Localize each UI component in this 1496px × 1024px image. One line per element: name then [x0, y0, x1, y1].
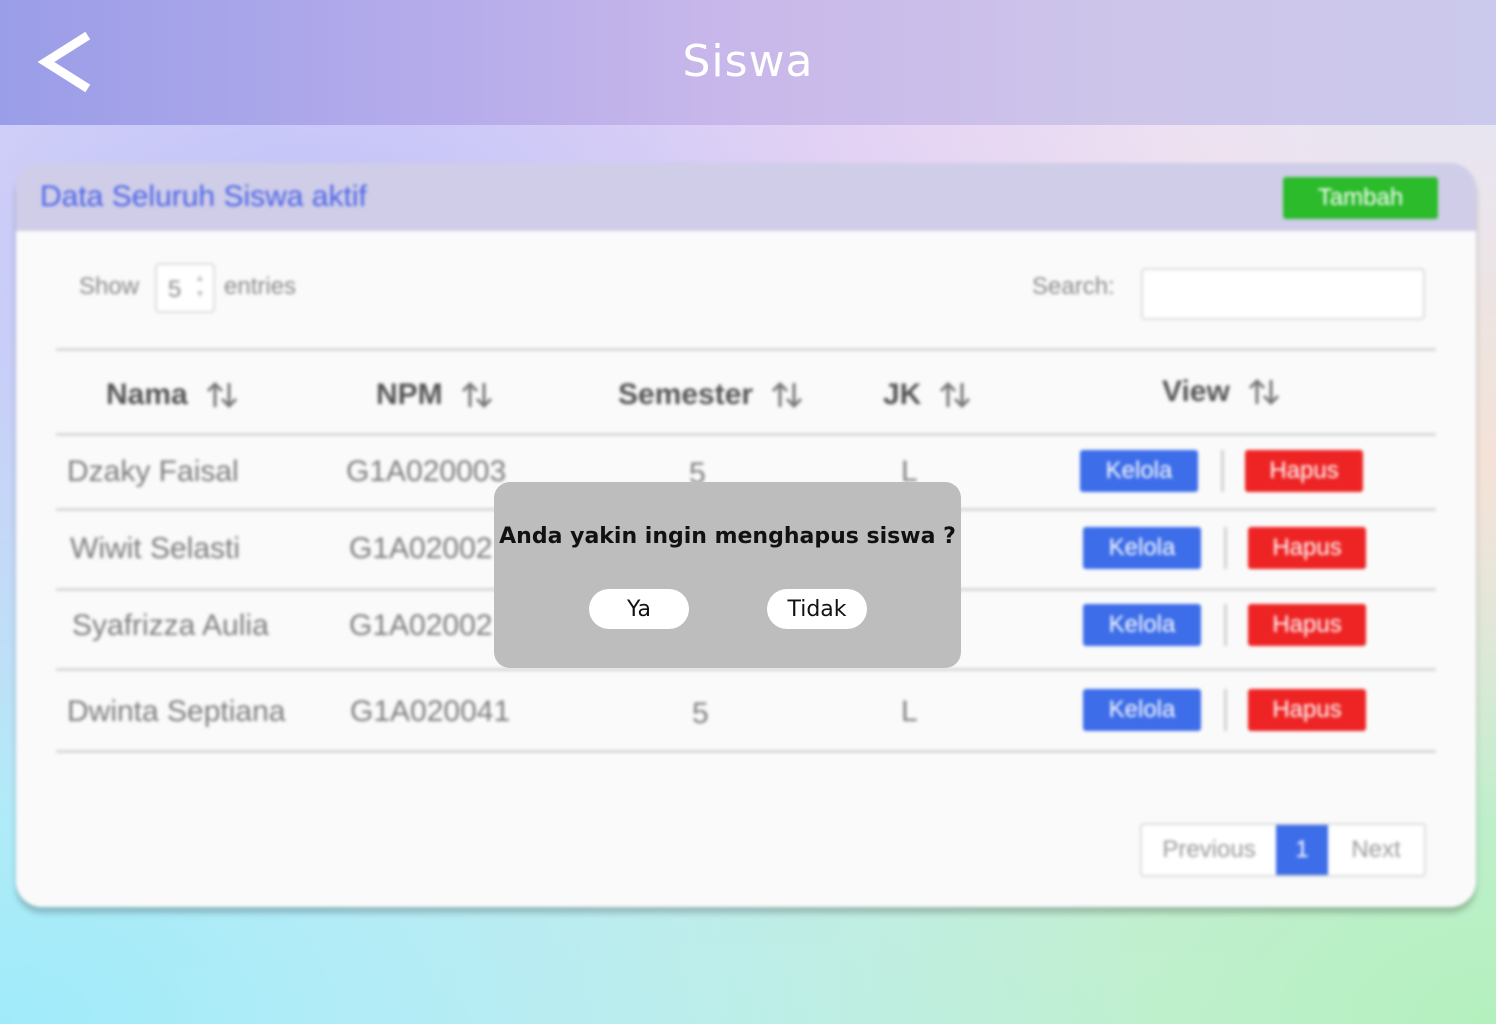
column-label: JK [883, 378, 922, 411]
spin-up-icon[interactable]: ▲ [195, 273, 205, 284]
previous-page-button[interactable]: Previous [1142, 825, 1276, 875]
kelola-button[interactable]: Kelola [1083, 604, 1201, 646]
table-header-border [56, 433, 1436, 436]
cell-nama: Dwinta Septiana [67, 695, 286, 728]
table-bottom-border [56, 750, 1436, 753]
column-header-view[interactable]: View [1162, 375, 1282, 409]
kelola-button[interactable]: Kelola [1080, 450, 1198, 492]
action-divider [1224, 604, 1227, 646]
action-divider [1221, 450, 1224, 492]
cell-nama: Dzaky Faisal [67, 455, 239, 488]
column-label: Semester [618, 378, 754, 411]
show-label: Show [79, 273, 140, 300]
sort-arrows-icon [940, 381, 971, 409]
sort-arrows-icon [206, 381, 237, 409]
card-title: Data Seluruh Siswa aktif [40, 180, 367, 213]
row-divider [56, 668, 1436, 671]
cell-npm: G1A02002 [349, 609, 493, 642]
add-student-button[interactable]: Tambah [1283, 177, 1438, 219]
cell-nama: Syafrizza Aulia [72, 609, 269, 642]
page-1-button[interactable]: 1 [1276, 825, 1328, 875]
sort-arrows-icon [772, 381, 803, 409]
cell-npm: G1A020003 [346, 455, 507, 488]
delete-confirm-dialog: Anda yakin ingin menghapus siswa ? Ya Ti… [494, 482, 961, 668]
sort-arrows-icon [461, 381, 492, 409]
spin-down-icon[interactable]: ▼ [195, 289, 205, 300]
column-header-semester[interactable]: Semester [618, 378, 805, 412]
table-top-border [56, 348, 1436, 351]
app-header: Siswa [0, 0, 1496, 125]
confirm-no-button[interactable]: Tidak [767, 589, 867, 629]
pagination: Previous 1 Next [1140, 823, 1426, 877]
column-label: View [1162, 375, 1230, 408]
search-label: Search: [1032, 273, 1115, 300]
entries-select[interactable]: 5 ▲ ▼ [155, 263, 215, 313]
entries-value: 5 [168, 276, 182, 303]
action-divider [1224, 527, 1227, 569]
dialog-message: Anda yakin ingin menghapus siswa ? [499, 524, 956, 549]
entries-label: entries [224, 273, 297, 300]
hapus-button[interactable]: Hapus [1248, 527, 1366, 569]
column-header-jk[interactable]: JK [883, 378, 973, 412]
cell-npm: G1A02002 [349, 532, 493, 565]
card-header: Data Seluruh Siswa aktif Tambah [16, 163, 1476, 231]
hapus-button[interactable]: Hapus [1248, 604, 1366, 646]
hapus-button[interactable]: Hapus [1245, 450, 1363, 492]
hapus-button[interactable]: Hapus [1248, 689, 1366, 731]
sort-arrows-icon [1248, 378, 1279, 406]
column-header-nama[interactable]: Nama [106, 378, 240, 412]
cell-nama: Wiwit Selasti [70, 532, 241, 565]
column-header-npm[interactable]: NPM [376, 378, 495, 412]
cell-jk: L [901, 695, 918, 728]
search-input[interactable] [1141, 268, 1425, 320]
kelola-button[interactable]: Kelola [1083, 527, 1201, 569]
action-divider [1224, 689, 1227, 731]
confirm-yes-button[interactable]: Ya [589, 589, 689, 629]
cell-npm: G1A020041 [350, 695, 511, 728]
column-label: Nama [106, 378, 188, 411]
page-title: Siswa [682, 36, 814, 87]
next-page-button[interactable]: Next [1328, 825, 1424, 875]
column-label: NPM [376, 378, 443, 411]
cell-semester: 5 [692, 697, 709, 730]
kelola-button[interactable]: Kelola [1083, 689, 1201, 731]
